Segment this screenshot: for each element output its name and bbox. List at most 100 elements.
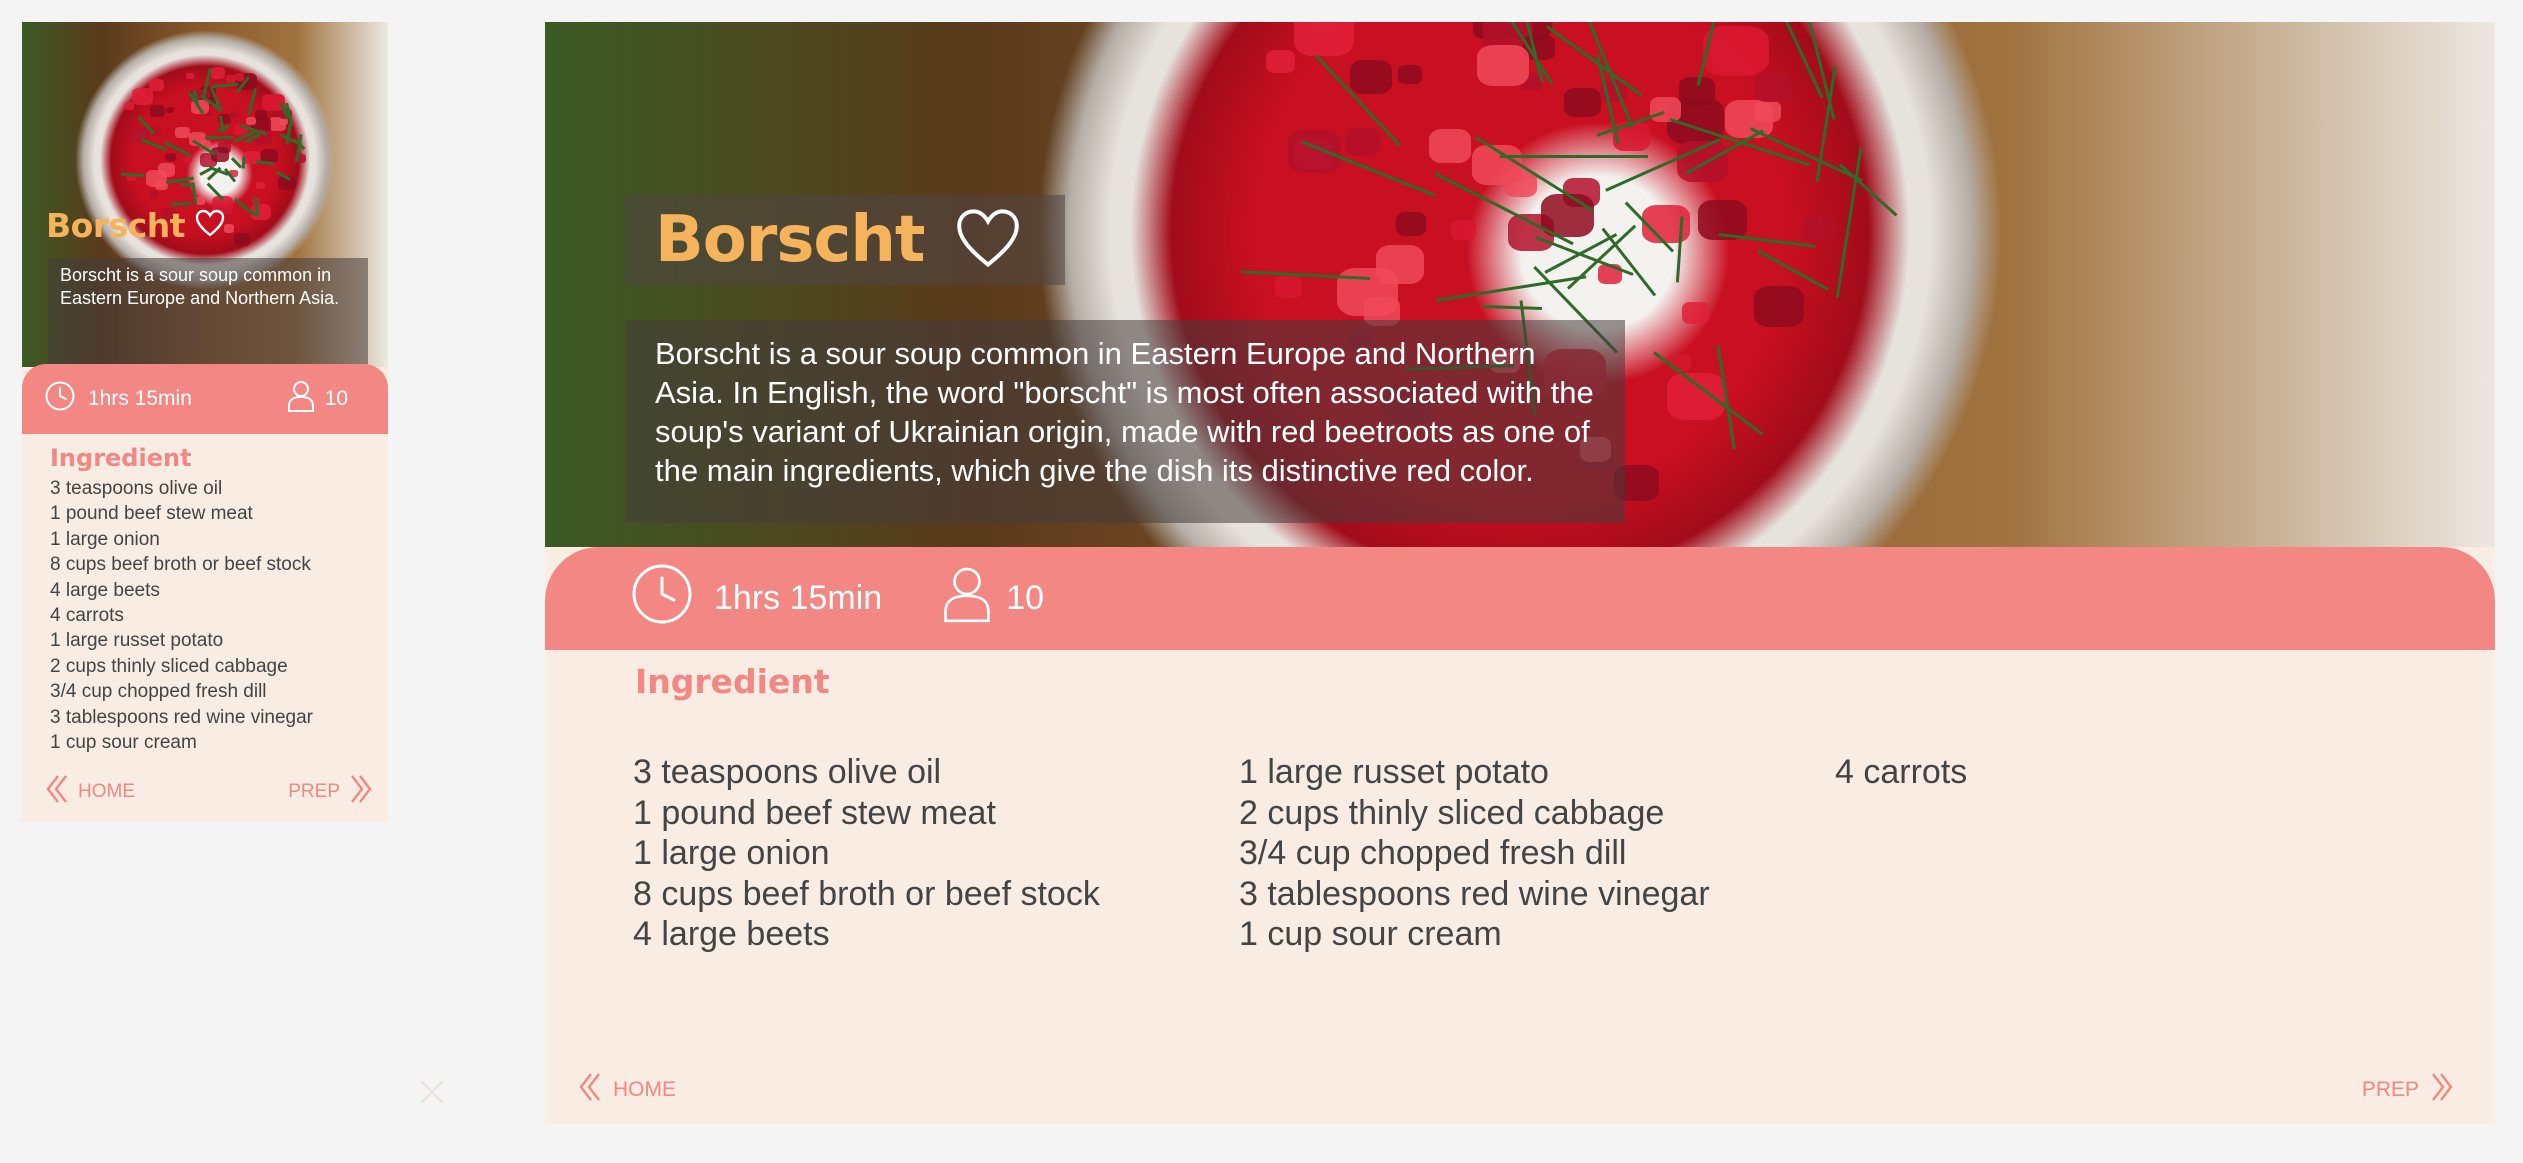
prep-time-value: 1hrs 15min bbox=[88, 387, 192, 410]
dill-strand bbox=[212, 83, 239, 89]
home-link-label: HOME bbox=[78, 781, 135, 802]
ingredient-item: 1 large russet potato bbox=[1239, 753, 1549, 791]
beet-chunk bbox=[1754, 73, 1792, 103]
beet-chunk bbox=[254, 110, 268, 121]
clock-icon bbox=[44, 380, 76, 418]
recipe-card-large: Borscht Borscht is a sour soup common in… bbox=[545, 22, 2495, 1124]
person-icon bbox=[942, 565, 992, 632]
beet-chunk bbox=[1375, 245, 1425, 285]
beet-chunk bbox=[1753, 286, 1805, 327]
ingredient-item: 4 large beets bbox=[633, 915, 830, 953]
ingredient-item: 3/4 cup chopped fresh dill bbox=[1239, 834, 1627, 872]
ingredient-column-2: 1 large russet potato 2 cups thinly slic… bbox=[1239, 752, 1710, 955]
ingredient-heading: Ingredient bbox=[50, 444, 192, 472]
ingredient-heading: Ingredient bbox=[635, 662, 830, 701]
clock-icon bbox=[630, 562, 694, 635]
close-icon[interactable] bbox=[418, 1078, 446, 1111]
ingredient-item: 4 carrots bbox=[50, 605, 124, 627]
ingredient-item: 1 cup sour cream bbox=[1239, 915, 1502, 953]
beet-chunk bbox=[1275, 276, 1302, 298]
ingredient-column-1: 3 teaspoons olive oil 1 pound beef stew … bbox=[633, 752, 1100, 955]
recipe-card-small: Borscht Borscht is a sour soup common in… bbox=[22, 22, 388, 822]
ingredient-column-3: 4 carrots bbox=[1835, 752, 1967, 793]
ingredient-item: 1 large onion bbox=[633, 834, 830, 872]
ingredient-item: 2 cups thinly sliced cabbage bbox=[1239, 793, 1665, 832]
dill-strand bbox=[180, 183, 192, 187]
prep-time-value: 1hrs 15min bbox=[714, 579, 883, 617]
chevron-left-icon bbox=[577, 1072, 603, 1108]
beet-chunk bbox=[1681, 302, 1710, 325]
beet-chunk bbox=[1703, 26, 1767, 77]
beet-chunk bbox=[124, 101, 135, 110]
prep-link[interactable]: PREP bbox=[2362, 1072, 2455, 1108]
beet-chunk bbox=[1265, 50, 1295, 74]
beet-chunk bbox=[150, 190, 159, 198]
servings: 10 bbox=[287, 380, 348, 418]
heart-icon[interactable] bbox=[195, 209, 225, 242]
chevron-right-icon bbox=[2429, 1072, 2455, 1108]
ingredient-item: 3/4 cup chopped fresh dill bbox=[50, 681, 267, 703]
ingredient-item: 1 pound beef stew meat bbox=[50, 503, 253, 525]
dill-strand bbox=[1838, 163, 1897, 217]
recipe-title-box: Borscht bbox=[625, 195, 1065, 285]
beet-chunk bbox=[1396, 211, 1427, 236]
beet-chunk bbox=[1649, 97, 1681, 122]
beet-chunk bbox=[223, 224, 235, 234]
beet-chunk bbox=[132, 88, 154, 105]
recipe-title: Borscht bbox=[46, 205, 186, 245]
recipe-title-box: Borscht bbox=[46, 202, 225, 248]
beet-chunk bbox=[226, 75, 236, 83]
ingredient-item: 4 large beets bbox=[50, 579, 160, 601]
home-link-label: HOME bbox=[613, 1078, 676, 1101]
beet-chunk bbox=[1564, 87, 1601, 117]
dill-strand bbox=[1749, 127, 1863, 183]
prep-link[interactable]: PREP bbox=[288, 774, 374, 810]
beet-chunk bbox=[1397, 64, 1423, 85]
chevron-left-icon bbox=[44, 774, 70, 810]
ingredient-list: 3 teaspoons olive oil 1 pound beef stew … bbox=[50, 476, 313, 755]
dill-strand bbox=[231, 157, 243, 169]
home-link[interactable]: HOME bbox=[577, 1072, 676, 1108]
beet-chunk bbox=[1802, 215, 1836, 243]
prep-time: 1hrs 15min bbox=[630, 562, 882, 635]
chevron-right-icon bbox=[348, 774, 374, 810]
prep-link-label: PREP bbox=[2361, 1078, 2419, 1101]
ingredient-item: 1 pound beef stew meat bbox=[633, 793, 996, 832]
beet-chunk bbox=[255, 181, 266, 190]
beet-chunk bbox=[158, 163, 176, 178]
beet-chunk bbox=[1294, 22, 1354, 57]
dill-strand bbox=[255, 160, 274, 166]
prep-time: 1hrs 15min bbox=[44, 380, 192, 418]
dill-strand bbox=[1757, 248, 1830, 291]
heart-icon[interactable] bbox=[953, 207, 1023, 274]
beet-chunk bbox=[1287, 130, 1341, 173]
ingredient-item: 1 large onion bbox=[50, 528, 160, 550]
beet-chunk bbox=[234, 233, 250, 246]
ingredient-item: 1 cup sour cream bbox=[50, 732, 197, 754]
beet-chunk bbox=[210, 67, 226, 79]
home-link[interactable]: HOME bbox=[44, 774, 135, 810]
beet-chunk bbox=[229, 111, 240, 120]
beet-chunk bbox=[1666, 373, 1726, 420]
ingredient-item: 3 teaspoons olive oil bbox=[633, 753, 942, 791]
ingredient-item: 4 carrots bbox=[1835, 753, 1968, 791]
servings-value: 10 bbox=[1006, 579, 1045, 617]
dill-strand bbox=[205, 135, 233, 139]
servings: 10 bbox=[942, 565, 1044, 632]
beet-chunk bbox=[269, 117, 286, 131]
beet-chunk bbox=[1428, 129, 1471, 163]
dill-strand bbox=[140, 138, 167, 151]
beet-chunk bbox=[1344, 128, 1380, 157]
beet-chunk bbox=[1450, 219, 1477, 241]
person-icon bbox=[287, 380, 315, 418]
recipe-description: Borscht is a sour soup common in Eastern… bbox=[48, 258, 368, 368]
ingredient-item: 3 tablespoons red wine vinegar bbox=[50, 706, 314, 728]
beet-chunk bbox=[1477, 44, 1529, 86]
recipe-info-bar: 1hrs 15min 10 bbox=[22, 364, 388, 434]
beet-chunk bbox=[185, 72, 194, 80]
ingredient-item: 8 cups beef broth or beef stock bbox=[633, 874, 1100, 913]
ingredient-item: 3 teaspoons olive oil bbox=[50, 478, 223, 499]
recipe-info-bar: 1hrs 15min 10 bbox=[545, 547, 2495, 650]
dill-strand bbox=[1499, 155, 1649, 159]
beet-chunk bbox=[1350, 60, 1393, 94]
